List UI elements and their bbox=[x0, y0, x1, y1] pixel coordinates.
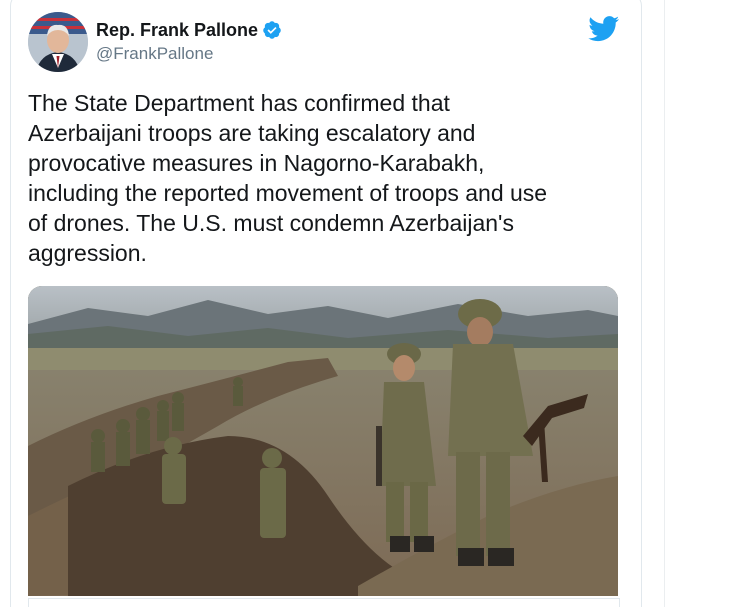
page: Rep. Frank Pallone @FrankPallone The Sta… bbox=[0, 0, 737, 607]
twitter-bird-icon[interactable] bbox=[588, 16, 620, 42]
tweet-text: The State Department has confirmed that … bbox=[28, 90, 548, 266]
tweet-media-photo[interactable] bbox=[28, 286, 618, 596]
photo-soldiers-trench bbox=[28, 286, 618, 596]
avatar-photo bbox=[28, 12, 88, 72]
verified-badge-icon bbox=[263, 21, 281, 39]
link-card-edge bbox=[28, 598, 620, 607]
author-avatar[interactable] bbox=[28, 12, 88, 72]
author-handle[interactable]: @FrankPallone bbox=[96, 44, 213, 64]
author-display-name[interactable]: Rep. Frank Pallone bbox=[96, 20, 258, 41]
author-name-row[interactable]: Rep. Frank Pallone bbox=[96, 18, 282, 42]
column-divider bbox=[664, 0, 665, 607]
